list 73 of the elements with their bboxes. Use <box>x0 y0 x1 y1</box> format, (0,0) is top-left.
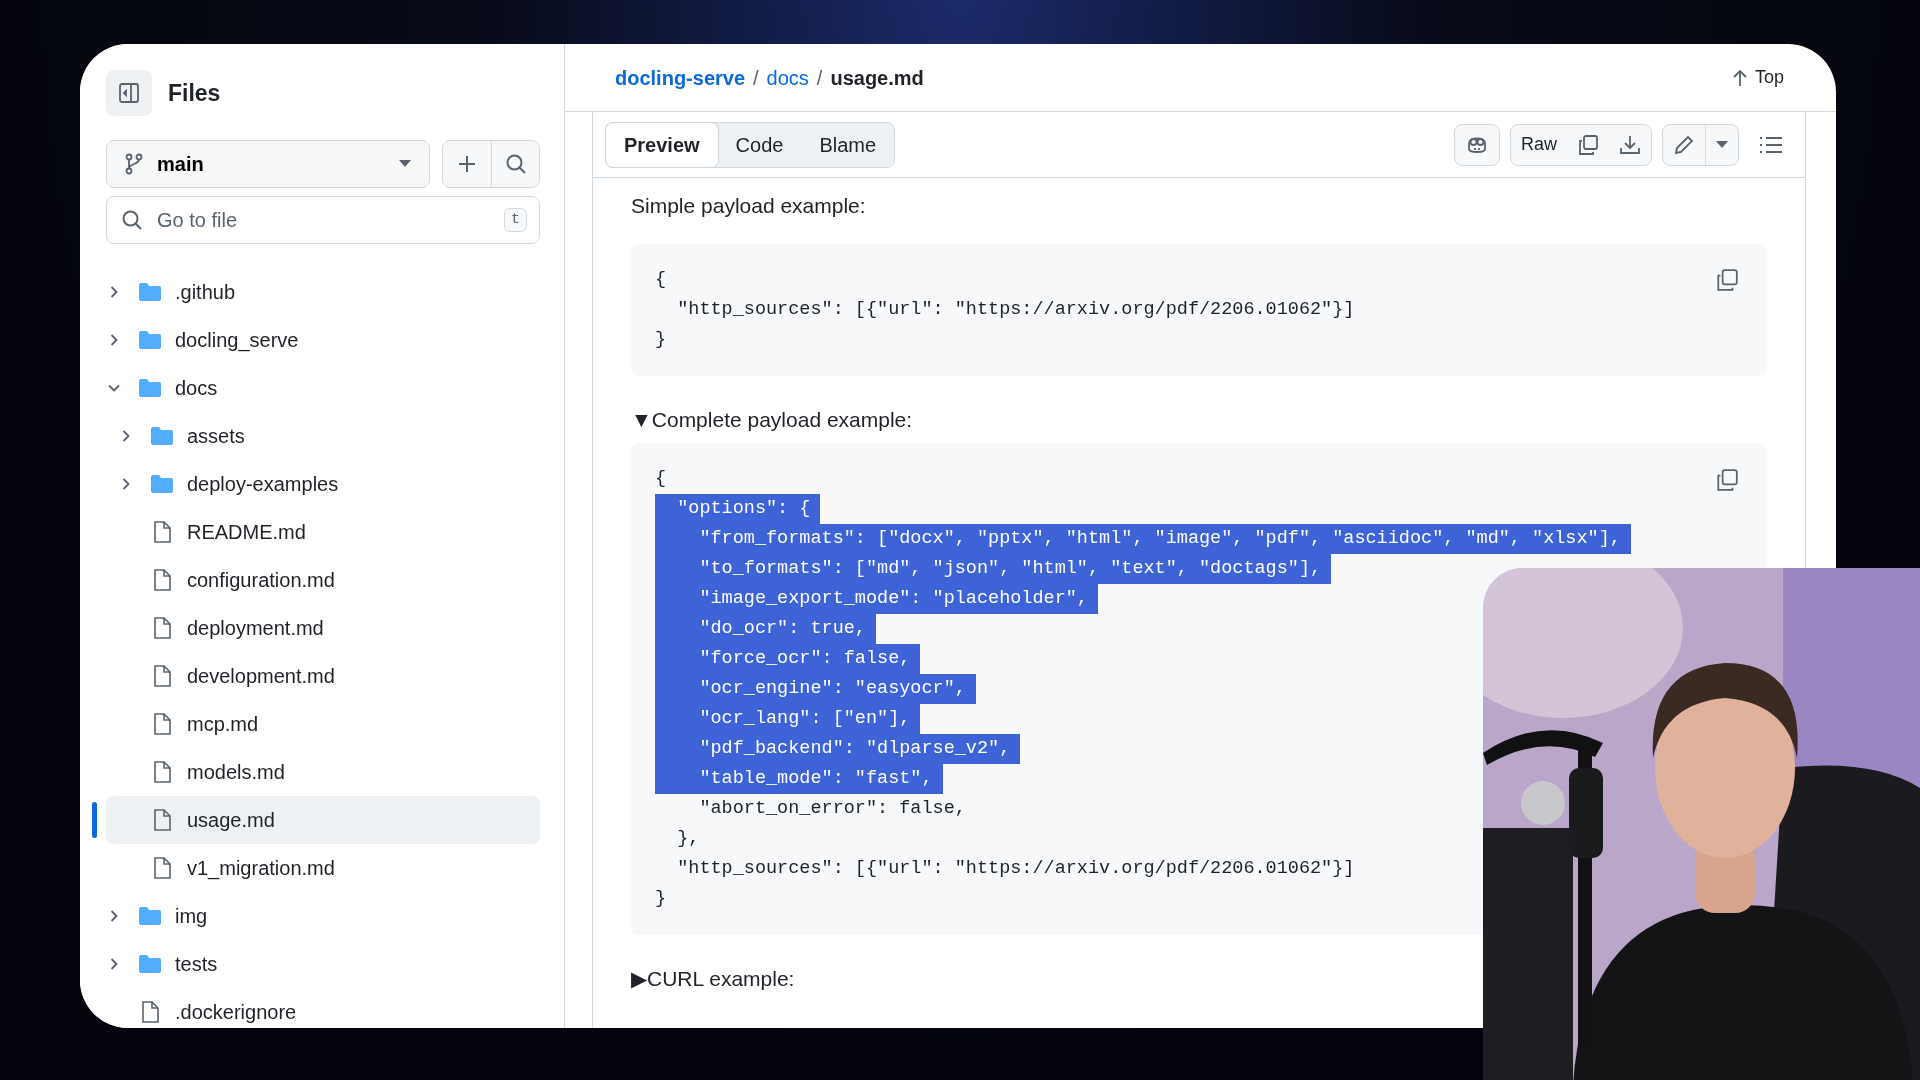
folder-icon <box>138 330 162 350</box>
go-to-file-input[interactable]: Go to file <box>155 204 492 236</box>
code-line: { <box>655 466 668 491</box>
breadcrumb-link[interactable]: docs <box>766 62 809 93</box>
breadcrumb-separator: / <box>753 65 759 91</box>
go-to-file-field[interactable]: Go to file t <box>106 196 540 244</box>
file-icon <box>153 617 171 639</box>
code-line: "http_sources": [{"url": "https://arxiv.org/pdf/2206.01062"}] <box>676 297 1356 322</box>
file-icon <box>141 1001 159 1023</box>
file-item[interactable]: v1_migration.md <box>106 844 540 892</box>
list-icon <box>1759 134 1783 155</box>
file-item[interactable]: configuration.md <box>106 556 540 604</box>
section-text: Simple payload example: <box>631 193 867 219</box>
caret-icon <box>1716 140 1728 149</box>
folder-item[interactable]: deploy-examples <box>106 460 540 508</box>
file-item[interactable]: development.md <box>106 652 540 700</box>
code-line: }, <box>676 826 701 851</box>
details-summary[interactable]: ▼Complete payload example: <box>631 405 913 433</box>
folder-item[interactable]: .github <box>106 268 540 316</box>
current-file-name: usage.md <box>830 65 924 91</box>
file-icon <box>153 761 171 783</box>
branch-icon <box>125 153 143 175</box>
file-item[interactable]: README.md <box>106 508 540 556</box>
selection-indicator <box>92 802 97 838</box>
top-button[interactable]: Top <box>1726 63 1790 92</box>
file-icon <box>153 569 171 591</box>
file-icon <box>153 809 171 831</box>
folder-icon <box>150 426 174 446</box>
view-tab[interactable]: Preview <box>606 122 718 167</box>
file-item[interactable]: .dockerignore <box>106 988 540 1028</box>
folder-icon <box>150 474 174 494</box>
search-icon <box>121 209 143 231</box>
details-summary[interactable]: ▶CURL example: <box>631 964 795 993</box>
plus-icon <box>457 154 477 174</box>
file-icon <box>153 665 171 687</box>
copilot-button[interactable] <box>1454 123 1500 166</box>
breadcrumb-separator: / <box>816 65 823 91</box>
code-line: "http_sources": [{"url": "https://arxiv.org/pdf/2206.01062"}] <box>676 856 1356 881</box>
file-icon <box>153 857 171 879</box>
code-line: } <box>655 327 668 352</box>
file-icon <box>153 521 171 543</box>
copy-icon <box>1715 268 1739 293</box>
sidebar-icon <box>117 81 141 105</box>
folder-icon <box>138 906 162 926</box>
file-item[interactable]: deployment.md <box>106 604 540 652</box>
shortcut-key: t <box>504 207 527 233</box>
arrow-up-icon <box>1732 68 1747 87</box>
folder-icon <box>138 378 162 398</box>
file-item[interactable]: mcp.md <box>106 700 540 748</box>
sidebar-title: Files <box>168 78 221 108</box>
code-line: } <box>655 886 668 911</box>
code-line: "abort_on_error": false, <box>698 796 967 821</box>
pencil-icon <box>1673 133 1695 156</box>
folder-item[interactable]: assets <box>106 412 540 460</box>
breadcrumb-link[interactable]: docling-serve <box>615 62 746 93</box>
folder-item[interactable]: docs <box>106 364 540 412</box>
caret-icon <box>399 160 411 168</box>
folder-icon <box>138 954 162 974</box>
copy-icon <box>1715 467 1739 492</box>
folder-item[interactable]: tests <box>106 940 540 988</box>
search-icon <box>504 153 527 175</box>
file-item[interactable]: models.md <box>106 748 540 796</box>
view-tab[interactable]: Code <box>717 122 802 167</box>
code-line: { <box>655 267 668 292</box>
folder-icon <box>138 282 162 302</box>
folder-item[interactable]: img <box>106 892 540 940</box>
copy-icon <box>1577 133 1599 156</box>
view-tab[interactable]: Blame <box>801 122 895 167</box>
download-icon <box>1619 133 1641 156</box>
file-icon <box>153 713 171 735</box>
folder-item[interactable]: docling_serve <box>106 316 540 364</box>
sidebar-toggle-button[interactable] <box>106 70 152 116</box>
branch-selector[interactable]: main <box>106 140 430 188</box>
